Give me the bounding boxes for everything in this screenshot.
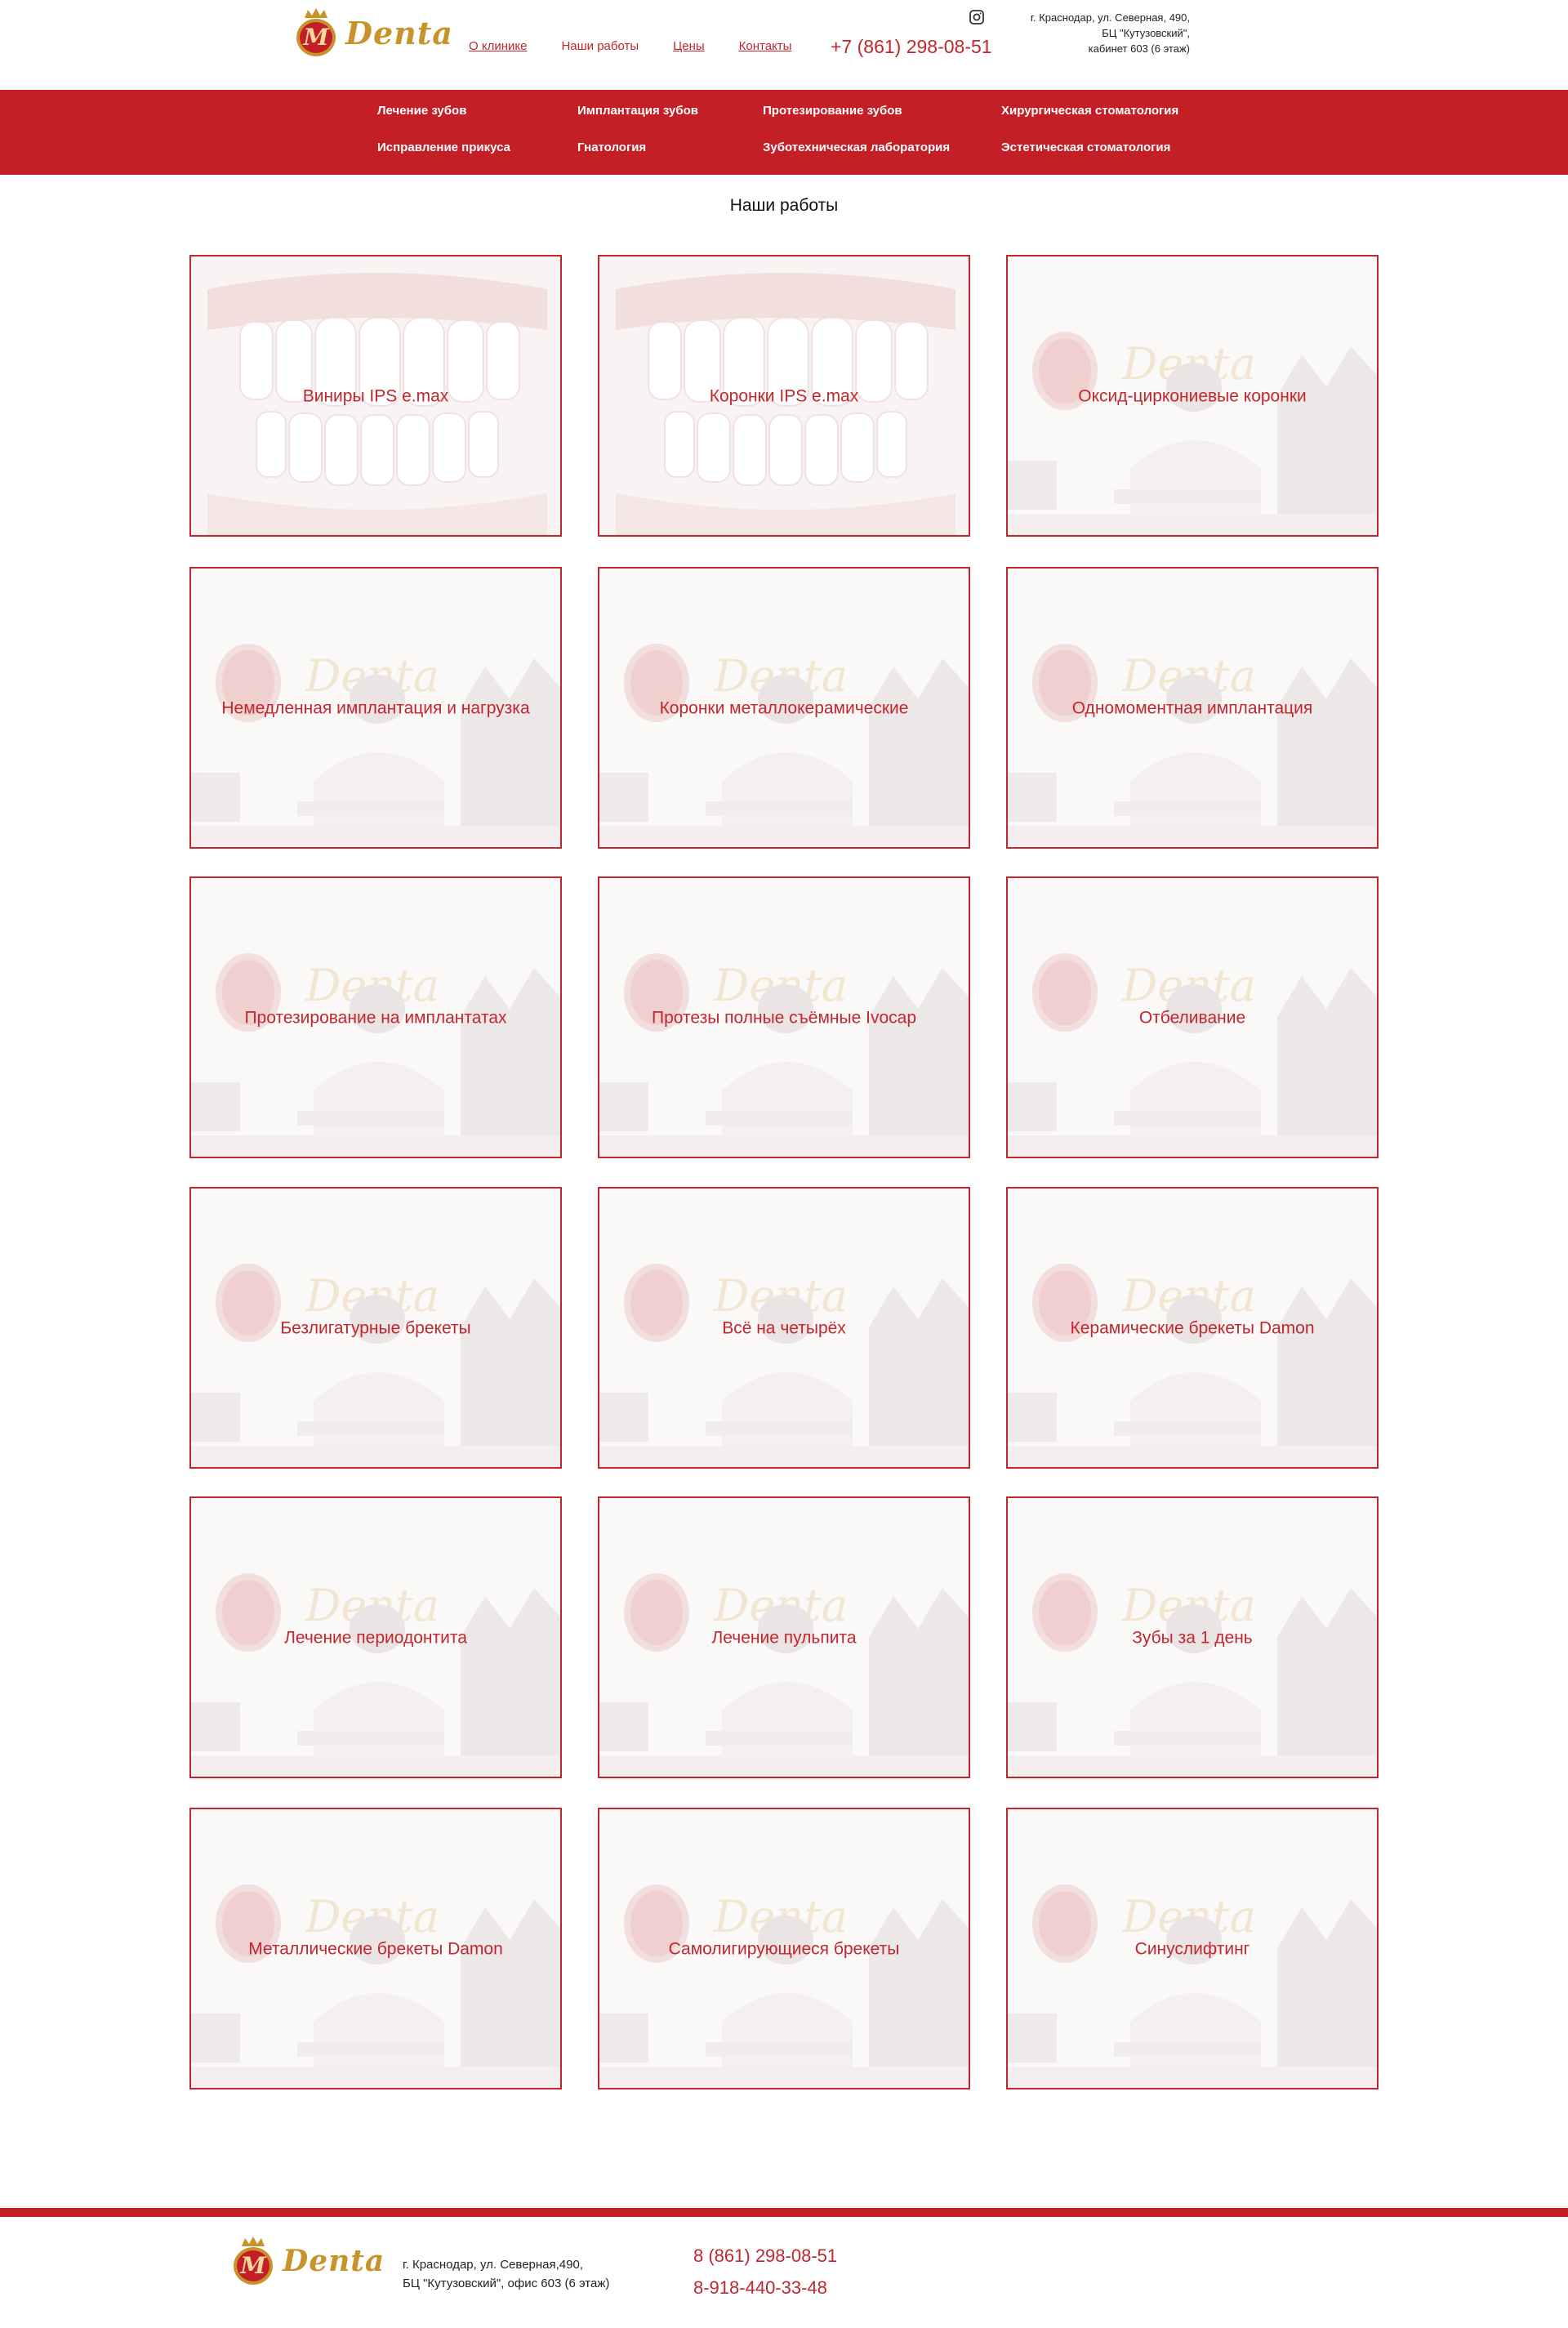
work-card-title: Лечение пульпита — [711, 1628, 857, 1647]
header-address: г. Краснодар, ул. Северная, 490, БЦ "Кут… — [1031, 10, 1190, 56]
work-card[interactable]: DentaСамолигирующиеся брекеты — [598, 1808, 970, 2089]
site-header: M Denta О клинике Наши работы Цены Конта… — [0, 0, 1568, 90]
address-line: кабинет 603 (6 этаж) — [1088, 42, 1190, 55]
nav-link-contacts[interactable]: Контакты — [739, 39, 792, 53]
menu-item-treatment[interactable]: Лечение зубов — [377, 104, 466, 118]
logo-badge-icon: M — [227, 2235, 279, 2287]
address-line: БЦ "Кутузовский", — [1102, 27, 1190, 39]
work-card[interactable]: DentaБезлигатурные брекеты — [189, 1187, 562, 1469]
nav-link-prices[interactable]: Цены — [673, 39, 705, 53]
work-card-title: Самолигирующиеся брекеты — [668, 1939, 900, 1958]
logo-wordmark: Denta — [283, 2244, 385, 2278]
work-card[interactable]: DentaПротезы полные съёмные Ivocap — [598, 876, 970, 1158]
work-card[interactable]: DentaОтбеливание — [1006, 876, 1379, 1158]
work-card[interactable]: DentaЗубы за 1 день — [1006, 1496, 1379, 1778]
work-card-title: Лечение периодонтита — [284, 1628, 467, 1647]
menu-item-gnathology[interactable]: Гнатология — [577, 140, 646, 154]
menu-item-dental-lab[interactable]: Зуботехническая лаборатория — [763, 140, 950, 154]
footer-phone[interactable]: 8-918-440-33-48 — [693, 2272, 837, 2303]
work-card[interactable]: DentaПротезирование на имплантатах — [189, 876, 562, 1158]
services-menu: Лечение зубов Имплантация зубов Протезир… — [0, 90, 1568, 175]
top-nav: О клинике Наши работы Цены Контакты — [469, 39, 826, 53]
footer-phone[interactable]: 8 (861) 298-08-51 — [693, 2240, 837, 2272]
site-footer: M Denta г. Краснодар, ул. Северная,490, … — [0, 2217, 1568, 2328]
work-card-title: Коронки металлокерамические — [659, 698, 909, 717]
footer-divider — [0, 2208, 1568, 2217]
footer-logo[interactable]: M Denta — [227, 2235, 385, 2287]
work-card-title: Оксид-циркониевые коронки — [1078, 386, 1307, 405]
work-card[interactable]: DentaКерамические брекеты Damon — [1006, 1187, 1379, 1469]
work-card[interactable]: DentaНемедленная имплантация и нагрузка — [189, 567, 562, 849]
work-card-title: Отбеливание — [1138, 1008, 1246, 1027]
svg-text:M: M — [240, 2252, 267, 2279]
work-card[interactable]: DentaВсё на четырёх — [598, 1187, 970, 1469]
work-card[interactable]: DentaОксид-циркониевые коронки — [1006, 255, 1379, 537]
menu-item-prosthetics[interactable]: Протезирование зубов — [763, 104, 902, 118]
footer-phones: 8 (861) 298-08-51 8-918-440-33-48 — [693, 2240, 837, 2303]
address-line: г. Краснодар, ул. Северная,490, — [403, 2258, 583, 2272]
work-card-title: Керамические брекеты Damon — [1070, 1318, 1315, 1337]
work-card[interactable]: DentaОдномоментная имплантация — [1006, 567, 1379, 849]
work-card-title: Безлигатурные брекеты — [280, 1318, 471, 1337]
work-card[interactable]: DentaЛечение пульпита — [598, 1496, 970, 1778]
work-card-title: Зубы за 1 день — [1132, 1628, 1253, 1647]
work-card[interactable]: Виниры IPS e.max — [189, 255, 562, 537]
work-card[interactable]: DentaМеталлические брекеты Damon — [189, 1808, 562, 2089]
logo[interactable]: M Denta — [290, 7, 453, 59]
svg-text:M: M — [303, 24, 330, 51]
work-card-title: Всё на четырёх — [722, 1318, 846, 1337]
footer-address: г. Краснодар, ул. Северная,490, БЦ "Куту… — [403, 2255, 609, 2293]
work-card-title: Протезы полные съёмные Ivocap — [651, 1008, 916, 1027]
nav-link-works[interactable]: Наши работы — [561, 39, 639, 53]
address-line: г. Краснодар, ул. Северная, 490, — [1030, 11, 1190, 24]
work-card[interactable]: Коронки IPS e.max — [598, 255, 970, 537]
menu-item-surgery[interactable]: Хирургическая стоматология — [1001, 104, 1178, 118]
work-card-title: Одномоментная имплантация — [1071, 698, 1313, 717]
logo-wordmark: Denta — [345, 14, 453, 51]
work-card[interactable]: DentaКоронки металлокерамические — [598, 567, 970, 849]
page-title: Наши работы — [729, 196, 839, 215]
nav-link-about[interactable]: О клинике — [469, 39, 527, 53]
work-card-title: Немедленная имплантация и нагрузка — [221, 698, 530, 717]
header-phone[interactable]: +7 (861) 298-08-51 — [831, 36, 992, 58]
work-card-title: Коронки IPS e.max — [709, 386, 859, 405]
menu-item-aesthetic[interactable]: Эстетическая стоматология — [1001, 140, 1170, 154]
instagram-icon[interactable] — [969, 9, 985, 25]
work-card[interactable]: DentaСинуслифтинг — [1006, 1808, 1379, 2089]
work-card[interactable]: DentaЛечение периодонтита — [189, 1496, 562, 1778]
work-card-title: Металлические брекеты Damon — [248, 1939, 503, 1958]
work-card-title: Виниры IPS e.max — [302, 386, 449, 405]
address-line: БЦ "Кутузовский", офис 603 (6 этаж) — [403, 2277, 610, 2290]
logo-badge-icon: M — [290, 7, 342, 59]
menu-item-bite-correction[interactable]: Исправление прикуса — [377, 140, 510, 154]
work-card-title: Синуслифтинг — [1134, 1939, 1250, 1958]
menu-item-implantation[interactable]: Имплантация зубов — [577, 104, 698, 118]
work-card-title: Протезирование на имплантатах — [244, 1008, 507, 1027]
